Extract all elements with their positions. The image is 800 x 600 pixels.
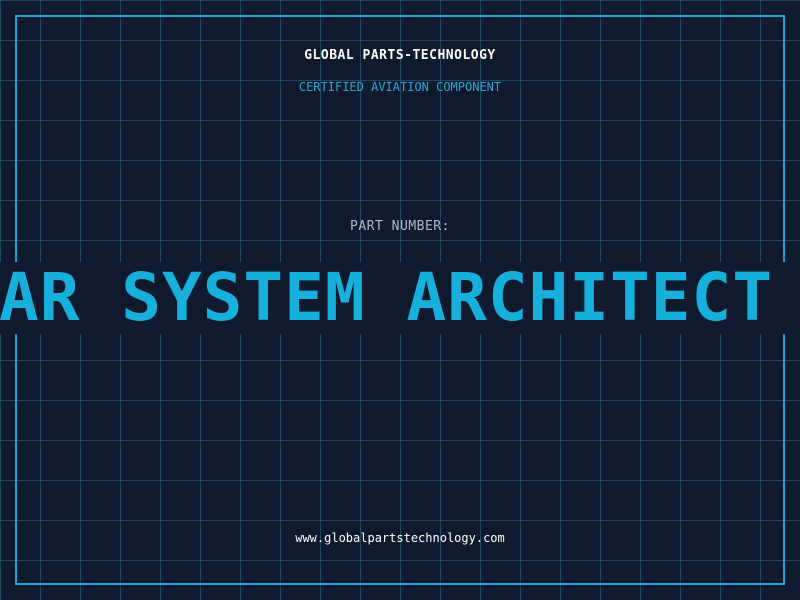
brand-title: GLOBAL PARTS-TECHNOLOGY xyxy=(304,48,496,63)
certification-subtitle: CERTIFIED AVIATION COMPONENT xyxy=(298,80,502,94)
website-url: www.globalpartstechnology.com xyxy=(295,531,505,545)
part-number-label: PART NUMBER: xyxy=(350,219,450,234)
part-number-band: AR SYSTEM ARCHITECT xyxy=(0,262,800,334)
part-number-value: AR SYSTEM ARCHITECT xyxy=(0,262,773,334)
certificate-page: GLOBAL PARTS-TECHNOLOGY CERTIFIED AVIATI… xyxy=(0,0,800,600)
